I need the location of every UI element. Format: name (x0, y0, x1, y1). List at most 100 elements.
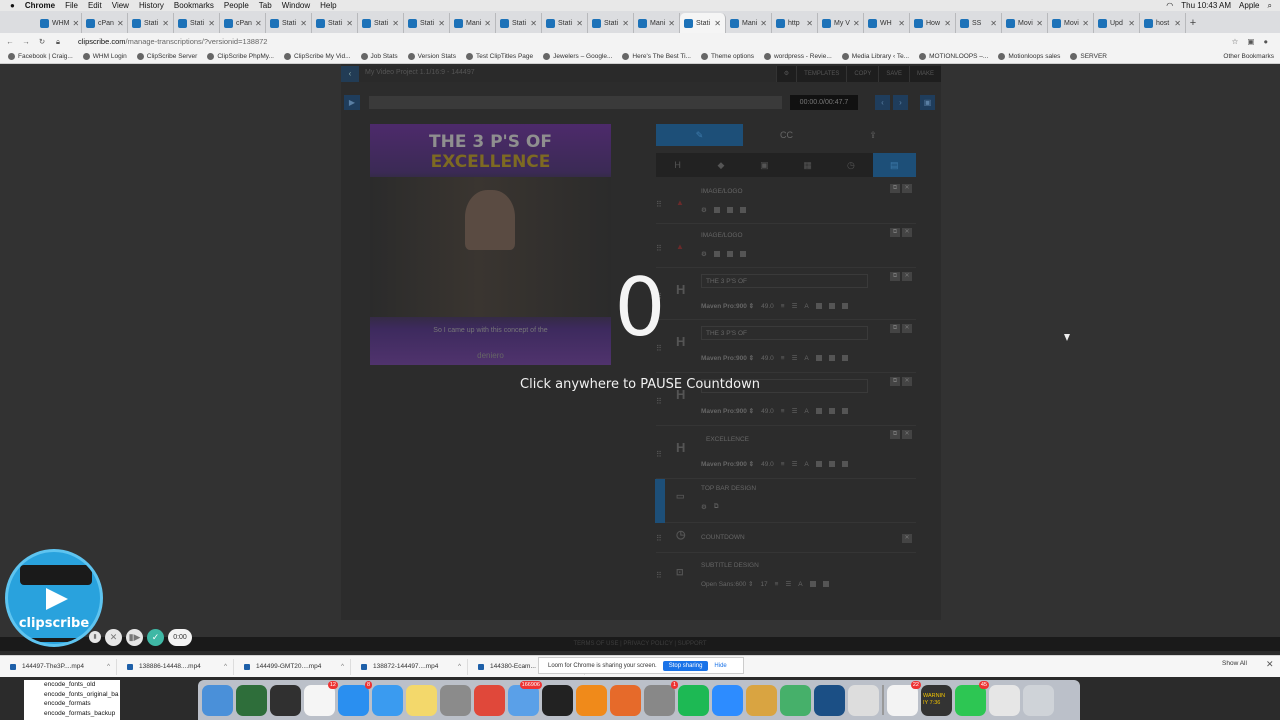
close-icon[interactable]: ✕ (1266, 659, 1274, 670)
edit-icon[interactable]: ⚙ (701, 503, 707, 511)
countdown-number[interactable]: 0 (600, 265, 680, 350)
tab-close-icon[interactable]: ✕ (530, 19, 537, 28)
tab-close-icon[interactable]: ✕ (806, 19, 813, 28)
zoom-icon[interactable] (712, 684, 743, 716)
duplicate-icon[interactable]: ⧉ (890, 324, 900, 333)
countdown-hint[interactable]: Click anywhere to PAUSE Countdown (440, 377, 840, 392)
tab-close-icon[interactable]: ✕ (438, 19, 445, 28)
forward-arrow-icon[interactable]: → (20, 37, 32, 46)
make-button[interactable]: MAKE (908, 66, 941, 82)
download-item[interactable]: 138872-144497....mp4 ^ (351, 658, 468, 675)
edit-icon[interactable]: ⚙ (701, 206, 707, 214)
drag-handle-icon[interactable]: ⠿ (656, 450, 662, 459)
tab-captions[interactable]: CC (743, 124, 830, 146)
browser-tab[interactable]: My V ✕ (818, 13, 864, 33)
tab-close-icon[interactable]: ✕ (208, 19, 215, 28)
fill-swatch[interactable] (713, 251, 720, 257)
text-color-icon[interactable]: A (804, 303, 808, 310)
menu-user[interactable]: Apple (1239, 1, 1259, 11)
video-preview[interactable]: THE 3 P'S OF EXCELLENCE So I came up wit… (370, 124, 611, 365)
close-icon[interactable]: ✕ (902, 228, 912, 237)
safari-icon[interactable] (372, 684, 403, 716)
search-icon[interactable]: ⌕ (1268, 1, 1272, 11)
tab-edit[interactable]: ✎ (656, 124, 743, 146)
browser-tab[interactable]: Mani ✕ (450, 13, 496, 33)
bookmark-item[interactable]: SERVER (1070, 53, 1107, 60)
finder-icon[interactable] (202, 684, 233, 716)
duplicate-icon[interactable]: ⧉ (890, 184, 900, 193)
browser-tab[interactable]: Stati ✕ (312, 13, 358, 33)
font-size-field[interactable]: 49.0 (761, 461, 774, 468)
tab-close-icon[interactable]: ✕ (392, 19, 399, 28)
list-icon[interactable]: ☰ (792, 302, 798, 310)
tab-close-icon[interactable]: ✕ (898, 19, 905, 28)
notes-icon[interactable] (406, 684, 437, 716)
wifi-icon[interactable]: ◠ (1166, 1, 1173, 11)
spotify-icon[interactable] (678, 684, 709, 716)
text-field[interactable]: THE 3 P'S OF (701, 326, 868, 340)
menu-people[interactable]: People (224, 1, 249, 10)
text-field[interactable]: EXCELLENCE (701, 432, 868, 446)
play-button[interactable]: ▶ (344, 95, 360, 110)
browser-tab[interactable]: cPan ✕ (82, 13, 128, 33)
vlc-icon[interactable] (576, 684, 607, 716)
calendar-icon[interactable]: 12 (304, 680, 338, 716)
browser-tab[interactable]: WHM ✕ (36, 13, 82, 33)
font-select[interactable]: Maven Pro:900 ⇕ (701, 407, 754, 415)
bookmark-item[interactable]: Job Stats (360, 53, 398, 60)
chevron-up-icon[interactable]: ^ (341, 663, 344, 670)
menu-edit[interactable]: Edit (88, 1, 102, 10)
shadow-swatch[interactable] (828, 461, 835, 467)
border-swatch[interactable] (739, 251, 746, 257)
tab-close-icon[interactable]: ✕ (484, 19, 491, 28)
browser-tab[interactable]: http ✕ (772, 13, 818, 33)
browser-tab[interactable]: Stati ✕ (588, 13, 634, 33)
font-select[interactable]: Open Sans:600 ⇕ (701, 580, 753, 588)
bookmark-item[interactable]: Facebook | Craig... (8, 53, 73, 60)
close-icon[interactable]: ✕ (902, 534, 912, 543)
finder-row[interactable]: encode_formats (24, 699, 120, 709)
border-swatch[interactable] (841, 408, 848, 414)
stop-sharing-button[interactable]: Stop sharing (662, 660, 709, 671)
font-select[interactable]: Maven Pro:900 ⇕ (701, 460, 754, 468)
font-size-field[interactable]: 49.0 (761, 408, 774, 415)
tab-close-icon[interactable]: ✕ (1082, 19, 1089, 28)
quicktime-icon[interactable] (814, 684, 845, 716)
finder-row[interactable]: encode_fonts_old (24, 680, 120, 690)
tab-close-icon[interactable]: ✕ (668, 19, 675, 28)
tab-close-icon[interactable]: ✕ (576, 19, 583, 28)
browser-tab[interactable]: Stati ✕ (358, 13, 404, 33)
atom-icon[interactable] (780, 684, 811, 716)
download-item[interactable]: 144497-The3P....mp4 ^ (0, 658, 117, 675)
text-color-icon[interactable]: A (804, 355, 808, 362)
text-color-icon[interactable]: A (798, 581, 802, 588)
layer-row-image-logo-1[interactable]: ⠿ ▲ IMAGE/LOGO ⚙ ⧉ ✕ (656, 180, 916, 224)
app-store-icon[interactable]: 8 (338, 680, 372, 716)
browser-tab[interactable]: Mani ✕ (726, 13, 772, 33)
bookmark-item[interactable]: wordpress - Revie... (763, 53, 832, 60)
clock-icon[interactable]: ◷ (829, 153, 872, 177)
checkmark-icon[interactable]: ✓ (147, 628, 164, 646)
menu-help[interactable]: Help (320, 1, 336, 10)
tab-close-icon[interactable]: ✕ (944, 19, 951, 28)
menu-tab[interactable]: Tab (259, 1, 272, 10)
border-swatch[interactable] (841, 303, 848, 309)
reminders-icon[interactable]: 22 (887, 680, 921, 716)
menu-clock[interactable]: Thu 10:43 AM (1181, 1, 1231, 11)
fill-swatch[interactable] (815, 355, 822, 361)
bookmark-item[interactable]: MOTIONLOOPS –... (919, 53, 988, 60)
calculator-icon[interactable] (440, 684, 471, 716)
list-icon[interactable]: ☰ (792, 407, 798, 415)
cancel-icon[interactable]: ✕ (105, 628, 122, 646)
text-color-icon[interactable]: A (804, 408, 808, 415)
layout-icon[interactable]: ▤ (872, 153, 916, 177)
finder-row[interactable]: encode_fonts_original_ba (24, 690, 120, 700)
next-button[interactable]: › (893, 95, 908, 110)
tab-close-icon[interactable]: ✕ (117, 19, 124, 28)
layer-row-countdown[interactable]: ⠿ ◷ COUNTDOWN ✕ (656, 523, 916, 553)
font-select[interactable]: Maven Pro:900 ⇕ (701, 354, 754, 362)
layer-row-text-2[interactable]: ⠿ H THE 3 P'S OF Maven Pro:900 ⇕ 49.0 ≡ ☰ A … (656, 320, 916, 373)
profile-avatar[interactable]: ● (1263, 37, 1268, 46)
menu-window[interactable]: Window (282, 1, 310, 10)
align-icon[interactable]: ≡ (781, 408, 785, 415)
